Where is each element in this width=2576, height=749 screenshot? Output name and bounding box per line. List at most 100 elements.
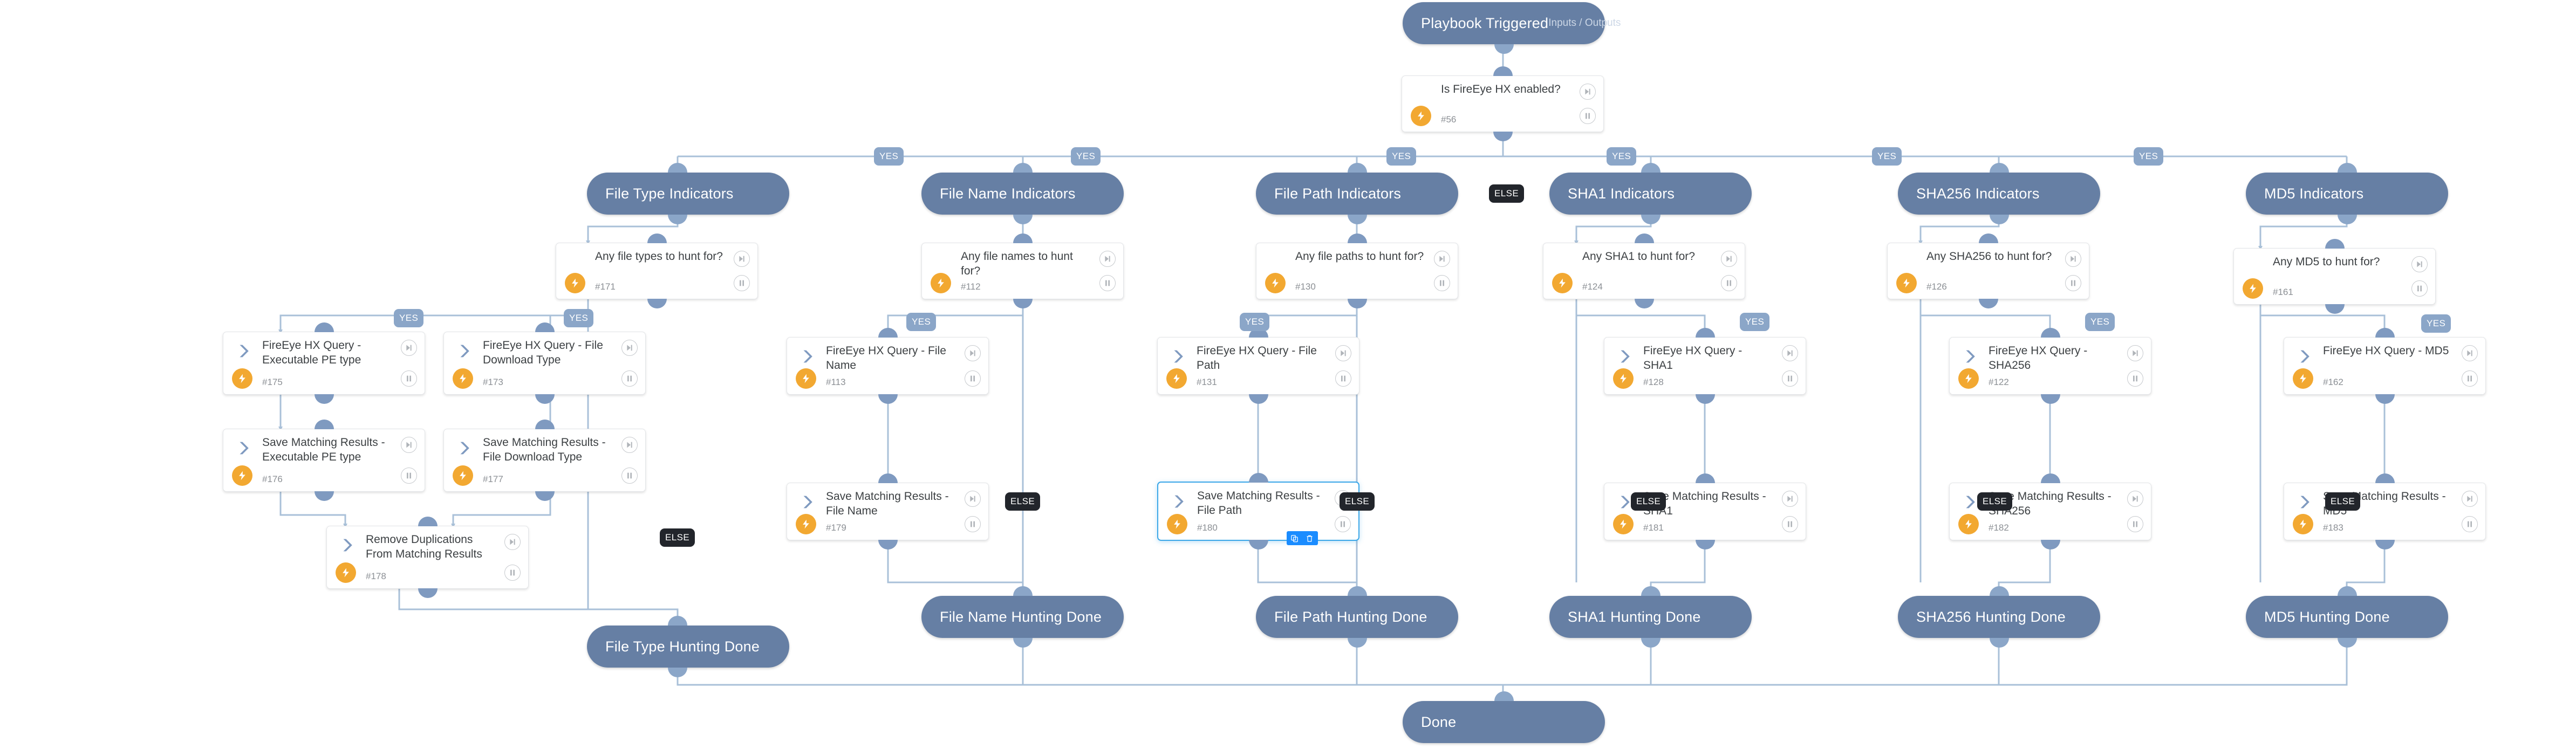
stage-sha1-indicators[interactable]: SHA1 Indicators bbox=[1549, 163, 1752, 224]
skip-forward-icon[interactable] bbox=[2127, 491, 2143, 507]
pause-icon[interactable] bbox=[2462, 516, 2478, 532]
pause-icon[interactable] bbox=[621, 468, 638, 484]
stage-done[interactable]: Done bbox=[1403, 691, 1605, 743]
pause-icon[interactable] bbox=[1782, 516, 1798, 532]
card-task-fireeye-query-file-path[interactable]: FireEye HX Query - File Path #131 bbox=[1157, 328, 1359, 404]
skip-forward-icon[interactable] bbox=[2462, 491, 2478, 507]
skip-forward-icon[interactable] bbox=[504, 534, 521, 550]
skip-forward-icon[interactable] bbox=[401, 340, 417, 356]
stage-label: File Path Indicators bbox=[1274, 185, 1402, 202]
skip-forward-icon[interactable] bbox=[401, 437, 417, 453]
card-condition-sha256[interactable]: Any SHA256 to hunt for? #126 bbox=[1887, 233, 2089, 308]
card-condition-md5[interactable]: Any MD5 to hunt for? #161 bbox=[2233, 239, 2436, 314]
stage-sha256-hunting-done[interactable]: SHA256 Hunting Done bbox=[1898, 586, 2100, 648]
skip-forward-icon[interactable] bbox=[2065, 251, 2081, 267]
skip-forward-icon[interactable] bbox=[2462, 345, 2478, 361]
skip-forward-icon[interactable] bbox=[1580, 84, 1596, 100]
card-task-save-results-md5[interactable]: Save Matching Results - MD5 #183 bbox=[2284, 473, 2486, 549]
stage-playbook-triggered[interactable]: Playbook Triggered Inputs / Outputs bbox=[1403, 2, 1621, 54]
skip-forward-icon[interactable] bbox=[621, 340, 638, 356]
lightning-bolt-icon bbox=[232, 368, 252, 389]
pause-icon[interactable] bbox=[1782, 370, 1798, 387]
skip-forward-icon[interactable] bbox=[1782, 345, 1798, 361]
skip-forward-icon[interactable] bbox=[2411, 256, 2428, 272]
card-task-save-results-file-path[interactable]: Save Matching Results - File Path #180 bbox=[1157, 473, 1359, 549]
card-id: #162 bbox=[2323, 377, 2343, 387]
skip-forward-icon[interactable] bbox=[734, 251, 750, 267]
chevron-right-icon bbox=[235, 439, 254, 457]
pause-icon[interactable] bbox=[1335, 370, 1351, 387]
card-task-save-results-sha256[interactable]: Save Matching Results - SHA256 #182 bbox=[1949, 473, 2151, 549]
stage-file-path-hunting-done[interactable]: File Path Hunting Done bbox=[1256, 586, 1458, 648]
port-top bbox=[2338, 163, 2357, 173]
pause-icon[interactable] bbox=[621, 370, 638, 387]
skip-forward-icon[interactable] bbox=[965, 491, 981, 507]
stage-file-type-hunting-done[interactable]: File Type Hunting Done bbox=[587, 616, 789, 677]
skip-forward-icon[interactable] bbox=[965, 345, 981, 361]
pause-icon[interactable] bbox=[2411, 280, 2428, 297]
card-task-save-results-file-name[interactable]: Save Matching Results - File Name #179 bbox=[787, 473, 989, 549]
stage-md5-hunting-done[interactable]: MD5 Hunting Done bbox=[2246, 586, 2448, 648]
skip-forward-icon[interactable] bbox=[621, 437, 638, 453]
port-top bbox=[1248, 473, 1268, 483]
pause-icon[interactable] bbox=[734, 275, 750, 291]
pause-icon[interactable] bbox=[2065, 275, 2081, 291]
skip-forward-icon[interactable] bbox=[1335, 345, 1351, 361]
stage-file-name-hunting-done[interactable]: File Name Hunting Done bbox=[921, 586, 1124, 648]
pause-icon[interactable] bbox=[1580, 108, 1596, 124]
card-task-fireeye-query-file-name[interactable]: FireEye HX Query - File Name #113 bbox=[787, 328, 989, 404]
card-task-fireeye-query-sha1[interactable]: FireEye HX Query - SHA1 #128 bbox=[1604, 328, 1806, 404]
card-condition-sha1[interactable]: Any SHA1 to hunt for? #124 bbox=[1543, 233, 1745, 308]
card-title: Save Matching Results - Executable PE ty… bbox=[262, 436, 385, 463]
skip-forward-icon[interactable] bbox=[1782, 491, 1798, 507]
pause-icon[interactable] bbox=[401, 468, 417, 484]
card-condition-file-path[interactable]: Any file paths to hunt for? #130 bbox=[1256, 233, 1458, 308]
card-task-fireeye-query-file-download-type[interactable]: FireEye HX Query - File Download Type #1… bbox=[443, 322, 646, 404]
pause-icon[interactable] bbox=[1434, 275, 1450, 291]
port-top bbox=[2325, 239, 2345, 249]
pause-icon[interactable] bbox=[2127, 516, 2143, 532]
lightning-bolt-icon bbox=[2293, 368, 2313, 389]
stage-file-type-indicators[interactable]: File Type Indicators bbox=[587, 163, 789, 224]
card-condition-is-fireeye-hx-enabled[interactable]: Is FireEye HX enabled? #56 bbox=[1402, 66, 1604, 141]
card-condition-file-type[interactable]: Any file types to hunt for? #171 bbox=[556, 233, 758, 308]
card-task-fireeye-query-md5[interactable]: FireEye HX Query - MD5 #162 bbox=[2284, 328, 2486, 404]
node-action-toolbar[interactable] bbox=[1287, 531, 1318, 545]
card-task-fireeye-query-executable-pe[interactable]: FireEye HX Query - Executable PE type #1… bbox=[223, 322, 425, 404]
card-task-fireeye-query-sha256[interactable]: FireEye HX Query - SHA256 #122 bbox=[1949, 328, 2151, 404]
stage-file-path-indicators[interactable]: File Path Indicators bbox=[1256, 163, 1458, 224]
copy-icon[interactable] bbox=[1287, 531, 1302, 545]
card-task-save-results-file-download-type[interactable]: Save Matching Results - File Download Ty… bbox=[443, 420, 646, 501]
pause-icon[interactable] bbox=[1099, 275, 1116, 291]
card-title: FireEye HX Query - SHA1 bbox=[1643, 345, 1743, 372]
pause-icon[interactable] bbox=[1335, 516, 1351, 532]
stage-md5-indicators[interactable]: MD5 Indicators bbox=[2246, 163, 2448, 224]
inputs-outputs-label[interactable]: Inputs / Outputs bbox=[1548, 17, 1621, 29]
pause-icon[interactable] bbox=[2462, 370, 2478, 387]
skip-forward-icon[interactable] bbox=[2127, 345, 2143, 361]
stage-sha256-indicators[interactable]: SHA256 Indicators bbox=[1898, 163, 2100, 224]
pause-icon[interactable] bbox=[965, 370, 981, 387]
port-top bbox=[2040, 473, 2060, 483]
skip-forward-icon[interactable] bbox=[1099, 251, 1116, 267]
stage-file-name-indicators[interactable]: File Name Indicators bbox=[921, 163, 1124, 224]
pause-icon[interactable] bbox=[2127, 370, 2143, 387]
port-bottom bbox=[1641, 215, 1661, 224]
playbook-canvas[interactable]: Playbook Triggered Inputs / Outputs Is F… bbox=[0, 0, 2576, 749]
card-task-save-results-sha1[interactable]: Save Matching Results - SHA1 #181 bbox=[1604, 473, 1806, 549]
pause-icon[interactable] bbox=[504, 565, 521, 581]
port-top bbox=[1695, 473, 1715, 483]
edge-label-yes-branch-sha256: YES bbox=[2085, 313, 2115, 331]
pause-icon[interactable] bbox=[965, 516, 981, 532]
card-task-save-results-executable-pe[interactable]: Save Matching Results - Executable PE ty… bbox=[223, 420, 425, 501]
card-condition-file-name[interactable]: Any file names to hunt for? #112 bbox=[921, 233, 1124, 308]
card-id: #126 bbox=[1926, 281, 1947, 292]
card-task-remove-duplications[interactable]: Remove Duplications From Matching Result… bbox=[326, 517, 529, 598]
stage-sha1-hunting-done[interactable]: SHA1 Hunting Done bbox=[1549, 586, 1752, 648]
pause-icon[interactable] bbox=[1721, 275, 1737, 291]
skip-forward-icon[interactable] bbox=[1434, 251, 1450, 267]
pause-icon[interactable] bbox=[401, 370, 417, 387]
trash-icon[interactable] bbox=[1302, 531, 1317, 545]
skip-forward-icon[interactable] bbox=[1721, 251, 1737, 267]
port-bottom bbox=[1990, 215, 2009, 224]
